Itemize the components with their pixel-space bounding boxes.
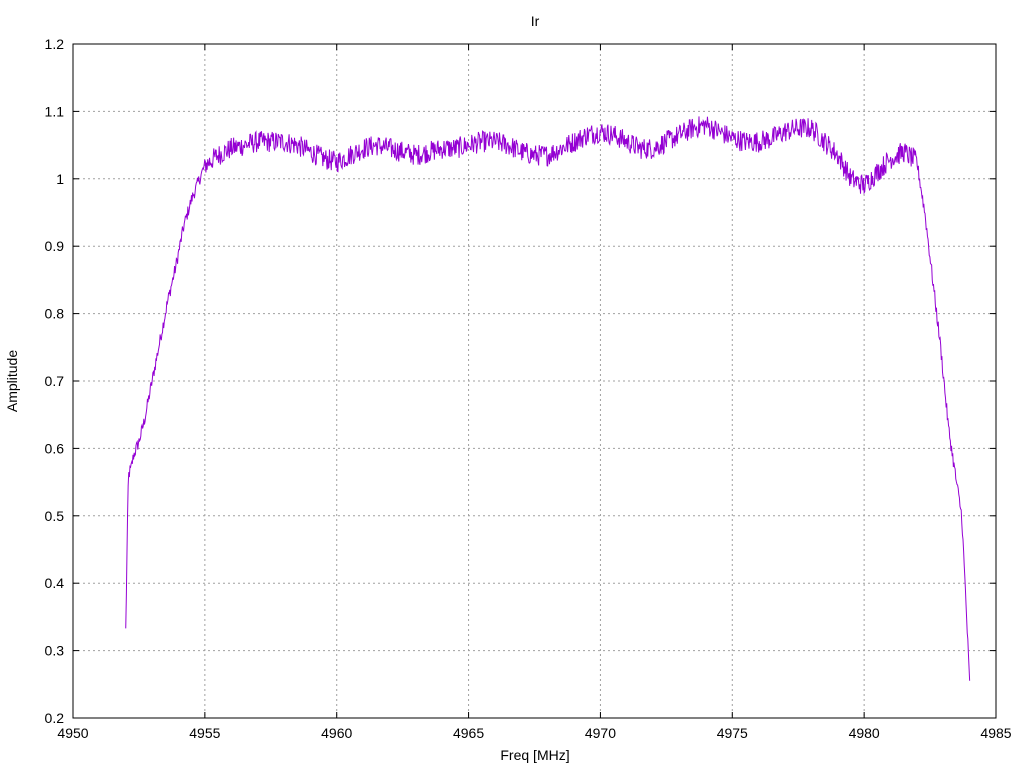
x-tick-label: 4975	[717, 725, 748, 741]
y-tick-label: 0.8	[45, 306, 65, 322]
y-tick-label: 0.9	[45, 238, 65, 254]
y-axis-label: Amplitude	[4, 350, 20, 412]
x-tick-label: 4960	[321, 725, 352, 741]
y-tick-label: 0.6	[45, 440, 65, 456]
y-tick-label: 1.2	[45, 36, 65, 52]
x-tick-label: 4970	[585, 725, 616, 741]
y-tick-label: 0.2	[45, 710, 65, 726]
x-tick-label: 4950	[57, 725, 88, 741]
x-axis-label: Freq [MHz]	[500, 747, 569, 763]
y-tick-label: 0.5	[45, 508, 65, 524]
y-tick-label: 0.7	[45, 373, 65, 389]
x-tick-label: 4985	[980, 725, 1011, 741]
chart-title: Ir	[531, 13, 540, 29]
x-tick-label: 4955	[189, 725, 220, 741]
tick-labels: 4950 4955 4960 4965 4970 4975 4980 4985 0.2 0.3 0.…	[45, 36, 1012, 741]
y-tick-label: 1.1	[45, 103, 65, 119]
grid	[73, 44, 996, 718]
y-tick-label: 0.4	[45, 575, 65, 591]
x-tick-label: 4965	[453, 725, 484, 741]
line-chart: 4950 4955 4960 4965 4970 4975 4980 4985 0.2 0.3 0.…	[4, 13, 1012, 763]
y-tick-label: 1	[56, 171, 64, 187]
x-tick-label: 4980	[849, 725, 880, 741]
series-layer	[125, 116, 971, 681]
series-line	[125, 116, 971, 681]
y-tick-label: 0.3	[45, 643, 65, 659]
